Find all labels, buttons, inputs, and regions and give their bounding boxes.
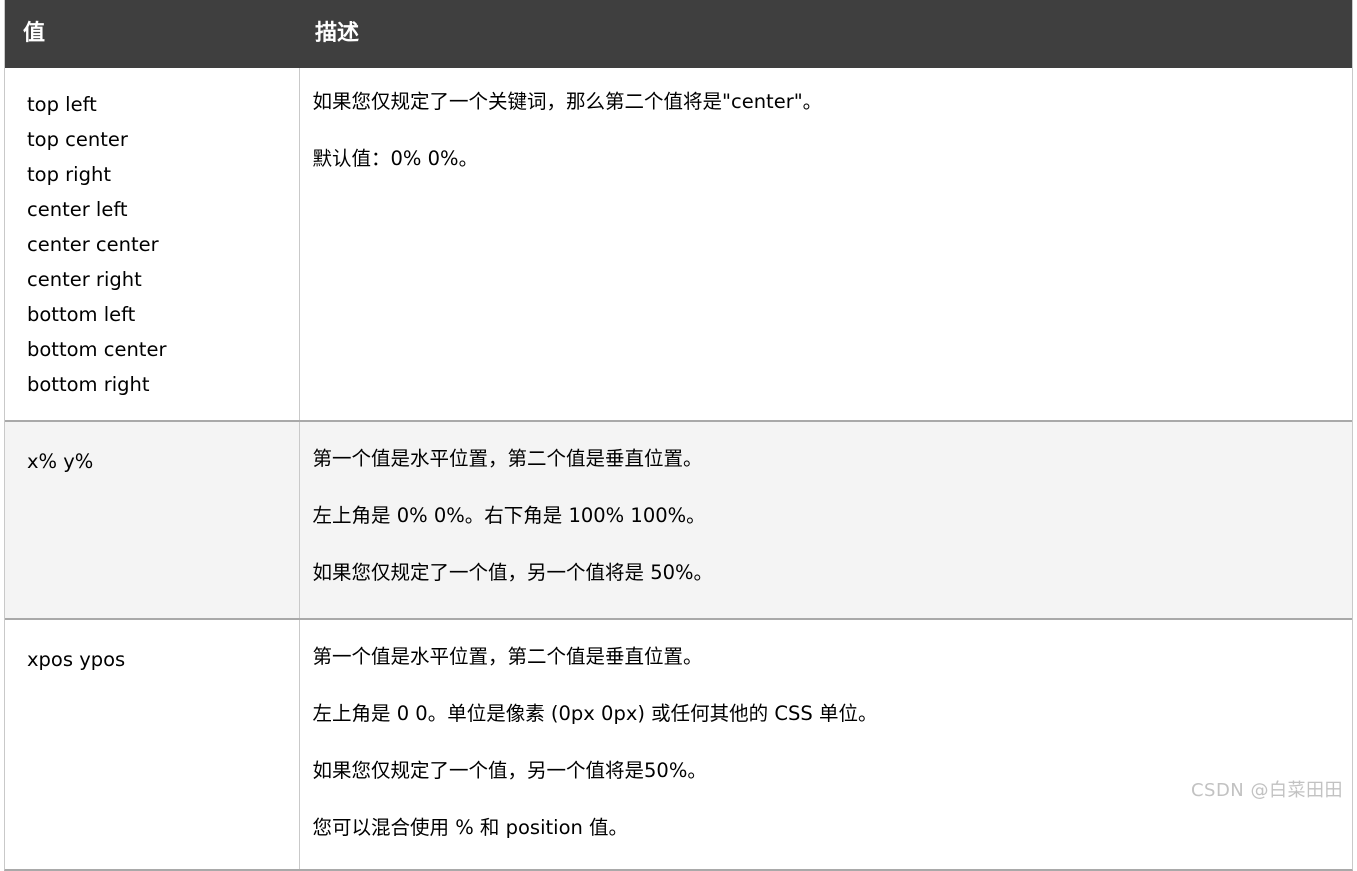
value-text: x% y%	[27, 450, 94, 473]
table-row: xpos ypos 第一个值是水平位置，第二个值是垂直位置。 左上角是 0 0。…	[5, 618, 1352, 869]
cell-description-position: 第一个值是水平位置，第二个值是垂直位置。 左上角是 0 0。单位是像素 (0px…	[299, 618, 1352, 869]
table-head: 值 描述	[5, 0, 1352, 68]
page-root: 值 描述 top left top center top right cente…	[0, 0, 1357, 871]
description-paragraph-list: 第一个值是水平位置，第二个值是垂直位置。 左上角是 0 0。单位是像素 (0px…	[313, 642, 1333, 843]
list-item: bottom left	[27, 303, 136, 326]
cell-value-keywords: top left top center top right center lef…	[5, 68, 300, 421]
cell-value-position: xpos ypos	[5, 618, 300, 869]
description-paragraph-list: 如果您仅规定了一个关键词，那么第二个值将是"center"。 默认值：0% 0%…	[313, 87, 1333, 174]
list-item: center right	[27, 268, 142, 291]
css-background-position-values-table: 值 描述 top left top center top right cente…	[5, 0, 1352, 869]
table-header-row: 值 描述	[5, 0, 1352, 68]
column-header-description: 描述	[315, 21, 360, 46]
description-paragraph: 第一个值是水平位置，第二个值是垂直位置。	[312, 447, 703, 470]
list-item: top center	[27, 128, 128, 151]
cell-value-percent: x% y%	[5, 420, 300, 619]
description-paragraph: 第一个值是水平位置，第二个值是垂直位置。	[312, 645, 703, 668]
list-item: bottom center	[27, 338, 167, 361]
cell-description-keywords: 如果您仅规定了一个关键词，那么第二个值将是"center"。 默认值：0% 0%…	[299, 68, 1352, 421]
column-header-value: 值	[23, 21, 46, 46]
table-row: top left top center top right center lef…	[5, 68, 1352, 421]
keyword-value-list: top left top center top right center lef…	[27, 87, 287, 402]
table-body: top left top center top right center lef…	[5, 68, 1352, 869]
description-paragraph-list: 第一个值是水平位置，第二个值是垂直位置。 左上角是 0% 0%。右下角是 100…	[313, 444, 1333, 588]
list-item: bottom right	[27, 373, 150, 396]
description-paragraph: 默认值：0% 0%。	[312, 147, 479, 170]
description-paragraph: 如果您仅规定了一个关键词，那么第二个值将是"center"。	[312, 90, 823, 113]
description-paragraph: 如果您仅规定了一个值，另一个值将是50%。	[312, 759, 707, 782]
cell-description-percent: 第一个值是水平位置，第二个值是垂直位置。 左上角是 0% 0%。右下角是 100…	[299, 420, 1352, 619]
description-paragraph: 您可以混合使用 % 和 position 值。	[312, 816, 629, 839]
value-text: xpos ypos	[27, 648, 126, 671]
reference-table-container: 值 描述 top left top center top right cente…	[4, 0, 1353, 871]
description-paragraph: 左上角是 0% 0%。右下角是 100% 100%。	[312, 504, 706, 527]
table-row: x% y% 第一个值是水平位置，第二个值是垂直位置。 左上角是 0% 0%。右下…	[5, 420, 1352, 619]
list-item: center left	[27, 198, 128, 221]
description-paragraph: 左上角是 0 0。单位是像素 (0px 0px) 或任何其他的 CSS 单位。	[312, 702, 878, 725]
csdn-watermark: CSDN @白菜田田	[1190, 780, 1343, 801]
description-paragraph: 如果您仅规定了一个值，另一个值将是 50%。	[312, 561, 714, 584]
list-item: center center	[27, 233, 159, 256]
list-item: top right	[27, 163, 111, 186]
list-item: top left	[27, 93, 97, 116]
